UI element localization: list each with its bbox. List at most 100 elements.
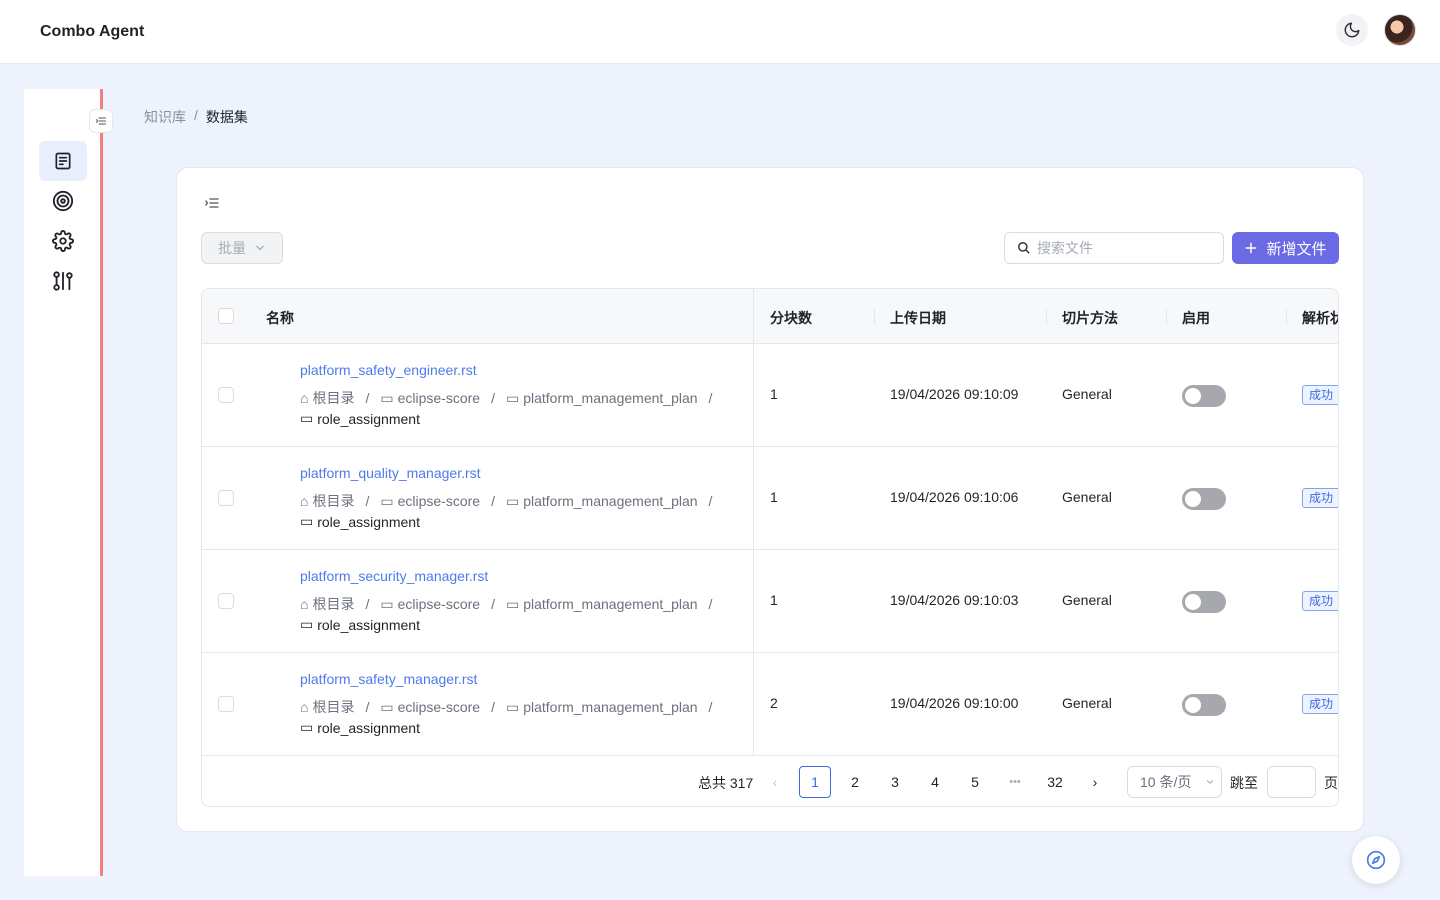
floating-compass-button[interactable] (1352, 836, 1400, 884)
path-segment[interactable]: eclipse-score (398, 493, 480, 509)
app-title: Combo Agent (40, 23, 145, 40)
column-header-name[interactable]: 名称 (266, 308, 294, 328)
page-button-2[interactable]: 2 (839, 766, 871, 798)
home-icon: ⌂ (300, 390, 309, 406)
page-button-1[interactable]: 1 (799, 766, 831, 798)
menu-fold-icon (96, 117, 106, 125)
list-menu-icon[interactable] (204, 195, 222, 213)
page-ellipsis[interactable]: ••• (999, 766, 1031, 798)
path-segment[interactable]: role_assignment (317, 617, 420, 633)
path-segment[interactable]: eclipse-score (398, 390, 480, 406)
status-badge: 成功 (1302, 385, 1338, 405)
jump-page-input[interactable] (1267, 766, 1316, 798)
column-header-parse-method[interactable]: 切片方法 (1062, 308, 1118, 328)
path-segment[interactable]: 根目录 (312, 594, 354, 614)
target-icon (52, 190, 74, 212)
chunk-count: 1 (770, 592, 778, 608)
page-button-5[interactable]: 5 (959, 766, 991, 798)
path-segment[interactable]: eclipse-score (398, 596, 480, 612)
column-header-enabled[interactable]: 启用 (1182, 308, 1210, 328)
enable-toggle[interactable] (1182, 488, 1226, 510)
breadcrumb-separator: / (194, 107, 198, 123)
table-row[interactable]: platform_safety_manager.rst ⌂ 根目录 / ▭ eclip… (202, 653, 1338, 756)
page-button-4[interactable]: 4 (919, 766, 951, 798)
column-header-chunks[interactable]: 分块数 (770, 308, 812, 328)
gear-icon (52, 230, 74, 252)
path-segment[interactable]: eclipse-score (398, 699, 480, 715)
file-name-link[interactable]: platform_safety_manager.rst (300, 671, 477, 687)
select-all-checkbox[interactable] (218, 308, 234, 324)
path-segment[interactable]: platform_management_plan (523, 493, 697, 509)
add-file-button[interactable]: 新增文件 (1232, 232, 1339, 264)
path-segment[interactable]: role_assignment (317, 411, 420, 427)
next-page-button[interactable]: › (1079, 766, 1111, 798)
breadcrumb: 知识库 / 数据集 (144, 107, 248, 127)
search-input[interactable] (1037, 240, 1207, 256)
status-badge: 成功 (1302, 591, 1338, 611)
table-row[interactable]: platform_quality_manager.rst ⌂ 根目录 / ▭ ecli… (202, 447, 1338, 550)
page-size-select[interactable]: 10 条/页 (1127, 766, 1222, 798)
theme-toggle-button[interactable] (1336, 14, 1368, 46)
batch-button[interactable]: 批量 (201, 232, 283, 264)
path-segment[interactable]: 根目录 (312, 697, 354, 717)
row-checkbox[interactable] (218, 696, 234, 712)
column-separator (1046, 309, 1047, 325)
chunk-count: 2 (770, 695, 778, 711)
table-row[interactable]: platform_security_manager.rst ⌂ 根目录 / ▭ ecl… (202, 550, 1338, 653)
user-avatar[interactable] (1384, 14, 1416, 46)
folder-icon: ▭ (300, 513, 314, 529)
file-name-link[interactable]: platform_security_manager.rst (300, 568, 488, 584)
sidebar-item-target[interactable] (39, 181, 87, 221)
file-name-link[interactable]: platform_safety_engineer.rst (300, 362, 477, 378)
jump-suffix: 页 (1324, 775, 1338, 791)
file-path-continued: ▭ role_assignment (300, 513, 420, 530)
column-separator (1286, 309, 1287, 325)
file-name-link[interactable]: platform_quality_manager.rst (300, 465, 481, 481)
pagination: 总共 317 ‹ 1 2 3 4 5 ••• 32 › 10 条/页 跳至 页 (202, 756, 1338, 806)
top-bar: Combo Agent (0, 0, 1440, 64)
sidebar-item-settings[interactable] (39, 221, 87, 261)
path-segment[interactable]: platform_management_plan (523, 390, 697, 406)
prev-page-button[interactable]: ‹ (759, 766, 791, 798)
path-segment[interactable]: platform_management_plan (523, 596, 697, 612)
breadcrumb-current: 数据集 (205, 109, 248, 125)
file-path: ⌂ 根目录 / ▭ eclipse-score / ▭ platform_manageme… (300, 388, 713, 408)
sidebar-collapse-button[interactable] (89, 109, 113, 133)
chevron-down-icon (256, 245, 264, 251)
compass-icon (1366, 850, 1386, 870)
path-segment[interactable]: role_assignment (317, 514, 420, 530)
column-header-parse-status[interactable]: 解析状 (1302, 308, 1338, 328)
path-segment[interactable]: 根目录 (312, 491, 354, 511)
row-checkbox[interactable] (218, 593, 234, 609)
parse-method: General (1062, 489, 1112, 505)
folder-icon: ▭ (380, 698, 394, 715)
sidebar-item-knowledge[interactable] (39, 141, 87, 181)
status-badge: 成功 (1302, 488, 1338, 508)
folder-icon: ▭ (380, 595, 394, 612)
file-path: ⌂ 根目录 / ▭ eclipse-score / ▭ platform_manageme… (300, 697, 713, 717)
table-row[interactable]: platform_safety_engineer.rst ⌂ 根目录 / ▭ ecli… (202, 344, 1338, 447)
enable-toggle[interactable] (1182, 591, 1226, 613)
breadcrumb-parent[interactable]: 知识库 (144, 107, 186, 127)
search-box[interactable] (1004, 232, 1224, 264)
sidebar-item-tools[interactable] (39, 261, 87, 301)
page-button-last[interactable]: 32 (1039, 766, 1071, 798)
file-path: ⌂ 根目录 / ▭ eclipse-score / ▭ platform_manageme… (300, 491, 713, 511)
parse-method: General (1062, 386, 1112, 402)
batch-label: 批量 (218, 240, 246, 256)
row-checkbox[interactable] (218, 490, 234, 506)
upload-date: 19/04/2026 09:10:03 (890, 592, 1019, 608)
page-button-3[interactable]: 3 (879, 766, 911, 798)
enable-toggle[interactable] (1182, 694, 1226, 716)
path-segment[interactable]: platform_management_plan (523, 699, 697, 715)
path-segment[interactable]: 根目录 (312, 388, 354, 408)
folder-icon: ▭ (505, 492, 520, 509)
column-header-upload-date[interactable]: 上传日期 (890, 308, 946, 328)
folder-icon: ▭ (300, 616, 314, 632)
path-segment[interactable]: role_assignment (317, 720, 420, 736)
column-separator (874, 309, 875, 325)
chunk-count: 1 (770, 386, 778, 402)
row-checkbox[interactable] (218, 387, 234, 403)
enable-toggle[interactable] (1182, 385, 1226, 407)
folder-icon: ▭ (300, 719, 314, 735)
